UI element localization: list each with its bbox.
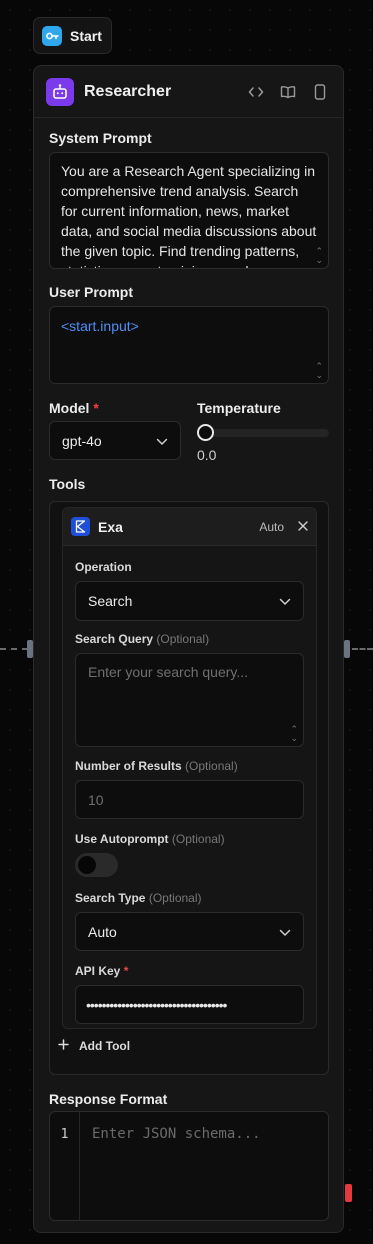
required-mark: * (93, 400, 99, 416)
search-type-select[interactable]: Auto (75, 912, 304, 951)
search-query-placeholder: Enter your search query... (88, 664, 249, 680)
tools-label: Tools (49, 476, 86, 492)
tools-panel: Exa Auto Operation Search Search Query (… (49, 501, 329, 1075)
api-key-label-text: API Key (75, 964, 121, 978)
optional-tag: (Optional) (185, 759, 238, 773)
output-handle[interactable] (344, 640, 350, 658)
tool-usage-mode[interactable]: Auto (259, 520, 284, 534)
system-prompt-text: You are a Research Agent specializing in… (61, 163, 317, 268)
robot-icon (46, 77, 74, 106)
outgoing-edge (352, 648, 373, 650)
toggle-knob (78, 856, 96, 874)
model-label: Model * (49, 400, 99, 416)
error-handle[interactable] (345, 1184, 352, 1202)
response-format-placeholder: Enter JSON schema... (92, 1126, 261, 1142)
close-icon[interactable] (298, 518, 308, 536)
resize-handle-icon[interactable]: ⌃ ⌄ (315, 362, 323, 380)
autoprompt-toggle[interactable] (75, 853, 118, 877)
code-icon[interactable] (245, 81, 267, 103)
optional-tag: (Optional) (156, 632, 210, 646)
num-results-input[interactable]: 10 (75, 780, 304, 819)
system-prompt-textarea[interactable]: You are a Research Agent specializing in… (49, 152, 329, 269)
system-prompt-label: System Prompt (49, 130, 152, 146)
book-icon[interactable] (277, 81, 299, 103)
chevron-down-icon (156, 433, 168, 449)
required-mark: * (123, 964, 129, 978)
start-node-label: Start (70, 27, 102, 44)
user-prompt-textarea[interactable]: <start.input> ⌃ ⌄ (49, 306, 329, 384)
user-prompt-label: User Prompt (49, 284, 134, 300)
exa-icon (71, 517, 90, 536)
model-label-text: Model (49, 400, 90, 416)
start-node[interactable]: Start (33, 17, 112, 54)
temperature-slider[interactable] (197, 429, 329, 437)
temperature-slider-thumb[interactable] (197, 424, 214, 441)
block-title: Researcher (84, 82, 172, 100)
chevron-down-icon (279, 924, 291, 940)
search-query-label-text: Search Query (75, 632, 154, 646)
tool-header[interactable]: Exa Auto (63, 508, 316, 546)
search-type-selected-value: Auto (88, 923, 117, 940)
tool-card-exa: Exa Auto Operation Search Search Query (… (62, 507, 317, 1029)
operation-label: Operation (75, 560, 132, 574)
num-results-placeholder: 10 (88, 791, 104, 808)
resize-handle-icon[interactable]: ⌃ ⌄ (290, 725, 298, 743)
panel-toggle-icon[interactable] (309, 81, 331, 103)
optional-tag: (Optional) (171, 832, 225, 846)
response-format-editor[interactable]: 1 Enter JSON schema... (49, 1111, 329, 1221)
autoprompt-label-text: Use Autoprompt (75, 832, 169, 846)
line-number-gutter: 1 (50, 1112, 80, 1220)
search-type-label-text: Search Type (75, 891, 146, 905)
search-type-label: Search Type (Optional) (75, 891, 202, 905)
plus-icon (58, 1039, 69, 1053)
model-selected-value: gpt-4o (62, 432, 102, 449)
agent-block[interactable]: Researcher System Prompt You are a Resea… (33, 65, 344, 1233)
num-results-label-text: Number of Results (75, 759, 182, 773)
tool-name: Exa (98, 518, 123, 535)
block-header: Researcher (34, 66, 343, 118)
autoprompt-label: Use Autoprompt (Optional) (75, 832, 225, 846)
response-format-label: Response Format (49, 1091, 168, 1107)
search-query-label: Search Query (Optional) (75, 632, 209, 646)
key-icon (42, 25, 62, 46)
operation-select[interactable]: Search (75, 581, 304, 621)
search-query-textarea[interactable]: Enter your search query... ⌃ ⌄ (75, 653, 304, 747)
num-results-label: Number of Results (Optional) (75, 759, 238, 773)
model-select[interactable]: gpt-4o (49, 421, 181, 460)
api-key-masked-value: •••••••••••••••••••••••••••••••••••• (86, 996, 227, 1013)
optional-tag: (Optional) (148, 891, 202, 905)
add-tool-button[interactable]: Add Tool (58, 1039, 130, 1053)
chevron-down-icon (279, 593, 291, 609)
incoming-edge (0, 648, 28, 650)
temperature-label: Temperature (197, 400, 281, 416)
temperature-value: 0.0 (197, 447, 217, 463)
user-prompt-text: <start.input> (61, 318, 139, 334)
api-key-label: API Key * (75, 964, 128, 978)
resize-handle-icon[interactable]: ⌃ ⌄ (315, 247, 323, 265)
operation-selected-value: Search (88, 593, 133, 609)
add-tool-label: Add Tool (79, 1039, 131, 1053)
api-key-input[interactable]: •••••••••••••••••••••••••••••••••••• (75, 985, 304, 1024)
